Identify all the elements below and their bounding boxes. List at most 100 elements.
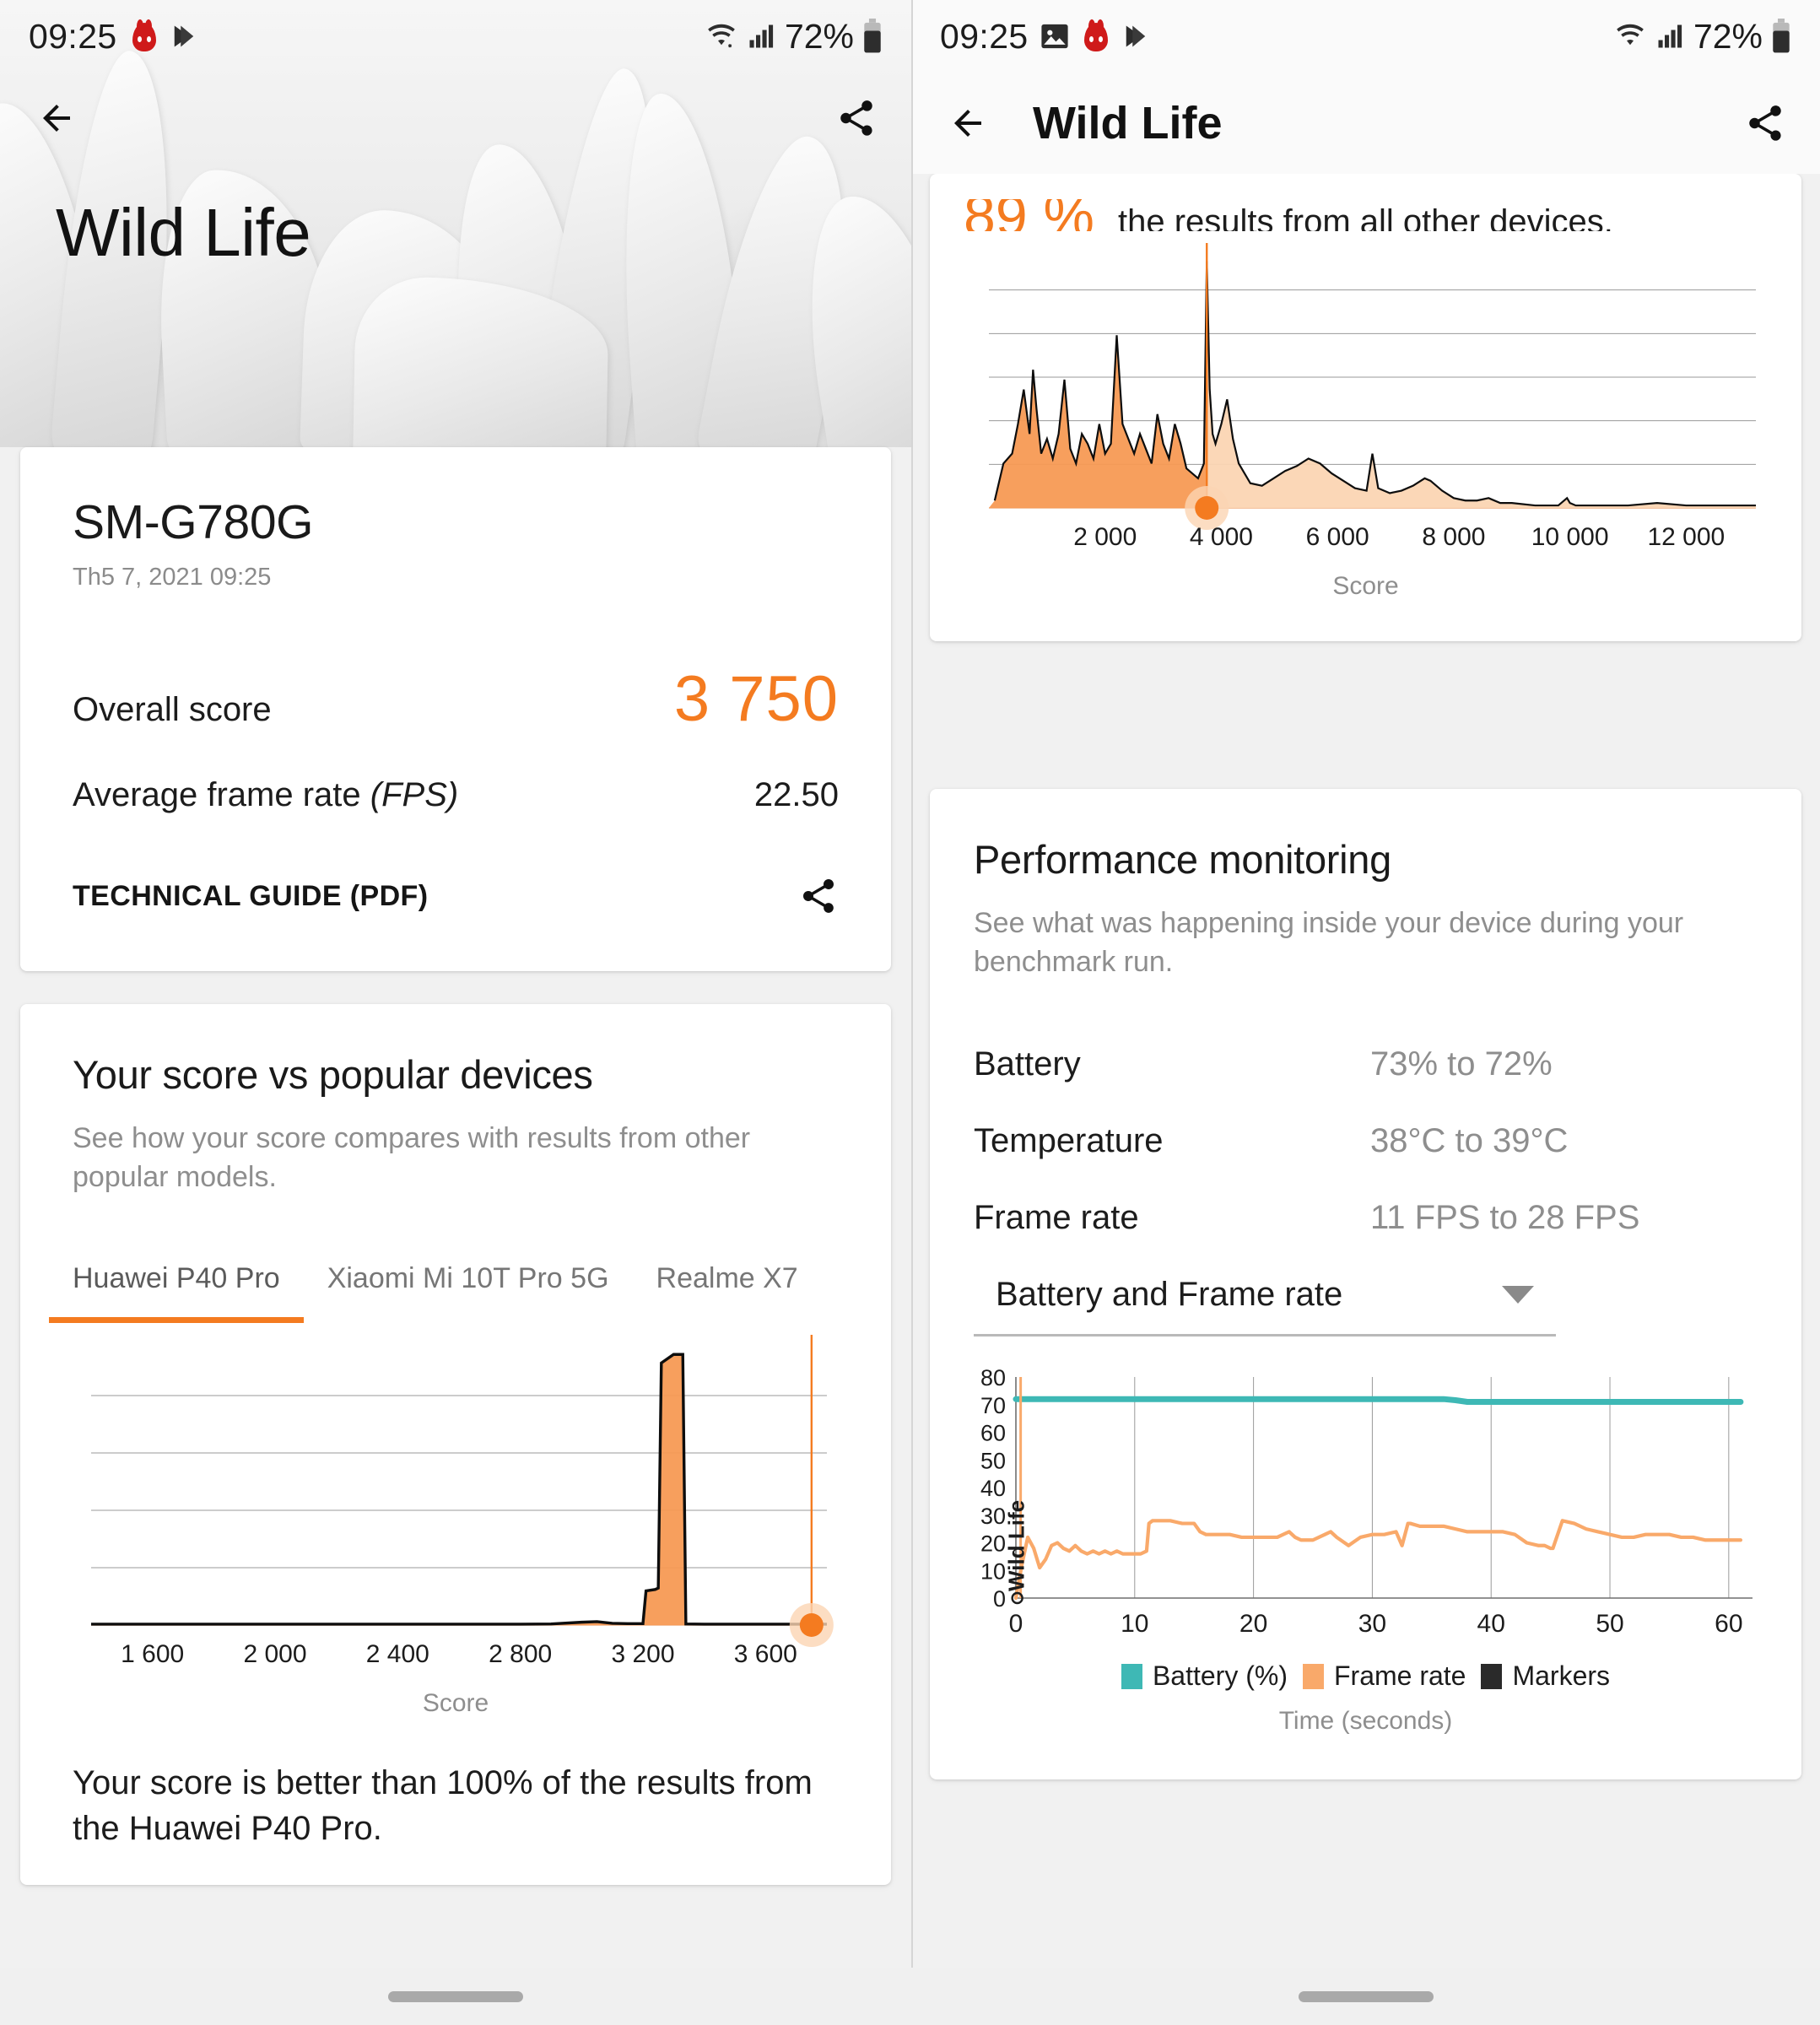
legend-swatch (1302, 1663, 1324, 1689)
svg-text:2 000: 2 000 (1073, 523, 1137, 551)
screenshot-icon (1040, 23, 1069, 50)
home-gesture-pill[interactable] (388, 1990, 523, 2002)
section-title: Performance monitoring (974, 837, 1391, 882)
svg-text:50: 50 (980, 1448, 1006, 1473)
frame-rate-row: Average frame rate (FPS) 22.50 (73, 776, 839, 814)
legend-label: Battery (%) (1152, 1660, 1288, 1692)
device-name: SM-G780G (73, 495, 314, 549)
stat-row-temperature: Temperature 38°C to 39°C (974, 1122, 1758, 1160)
battery-percent-label: 72% (1693, 16, 1763, 56)
svg-text:2 800: 2 800 (489, 1640, 552, 1668)
rabbit-icon (129, 19, 159, 53)
svg-text:0: 0 (1009, 1610, 1023, 1638)
svg-text:12 000: 12 000 (1647, 523, 1725, 551)
svg-text:20: 20 (980, 1531, 1006, 1557)
svg-text:10: 10 (980, 1558, 1006, 1584)
comparison-verdict-text: Your score is better than 100% of the re… (73, 1764, 813, 1848)
overall-score-row: Overall score 3 750 (73, 662, 839, 736)
back-arrow-icon[interactable] (945, 103, 991, 143)
svg-text:Wild Life: Wild Life (1004, 1500, 1029, 1591)
status-bar-time: 09:25 (29, 16, 117, 56)
dropdown-selected-value: Battery and Frame rate (996, 1276, 1343, 1314)
signal-bars-icon (1655, 20, 1685, 52)
legend-label: Frame rate (1333, 1660, 1466, 1692)
chevron-down-icon[interactable] (1502, 1286, 1534, 1304)
legend-swatch (1121, 1663, 1142, 1689)
svg-text:40: 40 (980, 1476, 1006, 1501)
device-tabs: Huawei P40 Pro Xiaomi Mi 10T Pro 5G Real… (20, 1247, 891, 1324)
percentile-value: 89 % (964, 199, 1094, 231)
share-icon[interactable] (1744, 101, 1786, 145)
svg-text:20: 20 (1239, 1610, 1267, 1638)
performance-stats-list: Battery 73% to 72% Temperature 38°C to 3… (930, 1045, 1801, 1237)
performance-monitoring-chart[interactable]: 0 10 20 30 40 50 60 70 80 0 10 20 30 40 50 60 Wild Life … (930, 1365, 1801, 1736)
svg-text:3 600: 3 600 (734, 1640, 797, 1668)
right-app-bar: Wild Life (911, 73, 1820, 174)
cut-off-percentile-text: 89 % the results from all other devices. (930, 199, 1801, 231)
tab-realme-x7[interactable]: Realme X7 (633, 1247, 822, 1323)
stat-value: 73% to 72% (1370, 1045, 1553, 1083)
hero-title: Wild Life (56, 195, 311, 270)
stat-row-frame-rate: Frame rate 11 FPS to 28 FPS (974, 1199, 1758, 1237)
stat-value: 11 FPS to 28 FPS (1370, 1199, 1640, 1237)
svg-text:60: 60 (1715, 1610, 1742, 1638)
left-nav-bar (0, 1968, 911, 2025)
play-store-icon (1123, 23, 1148, 50)
stat-row-battery: Battery 73% to 72% (974, 1045, 1758, 1083)
svg-text:2 400: 2 400 (366, 1640, 429, 1668)
technical-guide-label[interactable]: TECHNICAL GUIDE (PDF) (73, 880, 428, 913)
legend-swatch (1481, 1663, 1503, 1689)
legend-item-markers: Markers (1481, 1660, 1610, 1692)
right-nav-bar (911, 1968, 1820, 2025)
stat-key: Frame rate (974, 1199, 1139, 1237)
stat-key: Temperature (974, 1122, 1164, 1160)
global-score-histogram[interactable]: 2 000 4 000 6 000 8 000 10 000 12 000 Score (930, 231, 1801, 601)
dual-screenshot-composite: Wild Life SM-G780G Th5 7, 2021 09:25 Ove… (0, 0, 1820, 2025)
chart-x-axis-label: Time (seconds) (1278, 1707, 1453, 1736)
chart-x-axis-label: Score (422, 1689, 489, 1718)
section-title: Your score vs popular devices (73, 1052, 593, 1097)
panel-divider (911, 0, 913, 1968)
left-phone-panel: Wild Life SM-G780G Th5 7, 2021 09:25 Ove… (0, 0, 911, 2025)
svg-text:3 200: 3 200 (611, 1640, 674, 1668)
legend-item-frame-rate: Frame rate (1302, 1660, 1466, 1692)
share-icon[interactable] (798, 875, 839, 917)
status-bar-time: 09:25 (940, 16, 1029, 56)
device-comparison-histogram[interactable]: 1 600 2 000 2 400 2 800 3 200 3 600 Score (20, 1323, 891, 1718)
metric-select-dropdown[interactable]: Battery and Frame rate (974, 1276, 1556, 1337)
wifi-icon (705, 20, 737, 52)
left-app-bar (0, 73, 911, 164)
section-subtitle: See what was happening inside your devic… (974, 907, 1684, 978)
svg-text:30: 30 (980, 1504, 1006, 1529)
tab-xiaomi-mi-10t-pro-5g[interactable]: Xiaomi Mi 10T Pro 5G (304, 1247, 633, 1323)
svg-text:10 000: 10 000 (1531, 523, 1609, 551)
share-icon[interactable] (835, 96, 878, 140)
left-scroll-container[interactable]: Wild Life SM-G780G Th5 7, 2021 09:25 Ove… (0, 0, 911, 1979)
page-title: Wild Life (1033, 98, 1223, 148)
score-comparison-card: Your score vs popular devices See how yo… (20, 1004, 891, 1886)
battery-icon (1771, 19, 1791, 54)
svg-text:30: 30 (1358, 1610, 1386, 1638)
legend-item-battery: Battery (%) (1121, 1660, 1288, 1692)
overall-score-label: Overall score (73, 691, 272, 728)
tab-huawei-p40-pro[interactable]: Huawei P40 Pro (49, 1247, 304, 1324)
svg-text:70: 70 (980, 1393, 1006, 1418)
wifi-icon (1614, 20, 1646, 52)
right-scroll-container[interactable]: 89 % the results from all other devices.… (911, 0, 1820, 1968)
chart-legend: Battery (%) Frame rate Markers (964, 1660, 1768, 1692)
chart-x-axis-label: Score (1332, 572, 1399, 600)
score-summary-card: SM-G780G Th5 7, 2021 09:25 Overall score… (20, 447, 891, 971)
svg-text:50: 50 (1596, 1610, 1623, 1638)
global-distribution-card: 89 % the results from all other devices.… (930, 174, 1801, 641)
section-subtitle: See how your score compares with results… (73, 1122, 751, 1193)
battery-icon (862, 19, 883, 54)
svg-text:2 000: 2 000 (243, 1640, 306, 1668)
svg-text:6 000: 6 000 (1306, 523, 1369, 551)
overall-score-value: 3 750 (673, 663, 839, 735)
stat-key: Battery (974, 1045, 1081, 1083)
svg-text:8 000: 8 000 (1422, 523, 1485, 551)
back-arrow-icon[interactable] (34, 98, 79, 138)
home-gesture-pill[interactable] (1298, 1990, 1434, 2002)
technical-guide-row[interactable]: TECHNICAL GUIDE (PDF) (73, 875, 839, 917)
frame-rate-label: Average frame rate (FPS) (73, 776, 459, 813)
